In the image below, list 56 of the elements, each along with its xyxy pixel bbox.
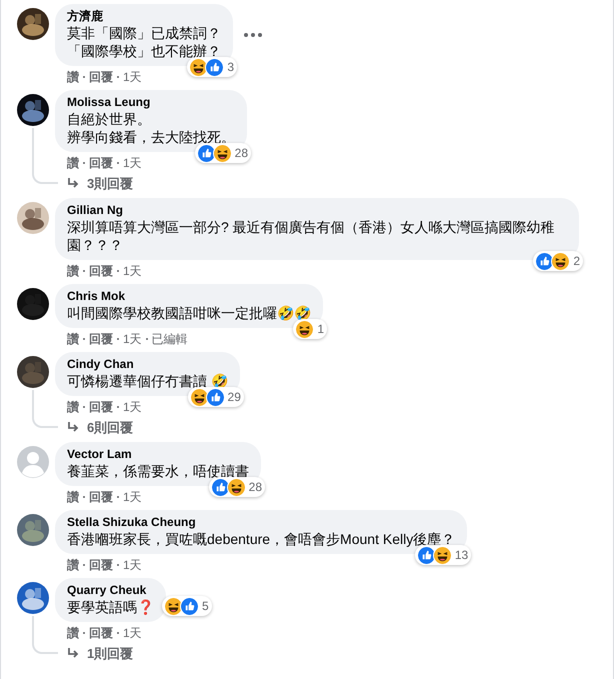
timestamp[interactable]: 1天 [123,399,142,415]
reaction-summary[interactable]: 3 [187,57,237,77]
reply-link[interactable]: 回覆 [89,489,113,505]
more-options-icon[interactable] [243,32,263,38]
comment-text: 要學英語嗎❓ [67,598,154,616]
reply-arrow-icon [67,422,81,434]
view-replies-link[interactable]: 6則回覆 [55,415,134,437]
timestamp[interactable]: 1天 [123,155,142,171]
reaction-summary[interactable]: 5 [162,596,212,616]
thread-line [32,390,58,428]
reaction-summary[interactable]: 2 [533,251,583,271]
reply-link[interactable]: 回覆 [89,399,113,415]
like-link[interactable]: 讚 [67,557,79,573]
author-name[interactable]: Stella Shizuka Cheung [67,515,456,530]
like-link[interactable]: 讚 [67,155,79,171]
like-link[interactable]: 讚 [67,489,79,505]
reaction-summary[interactable]: 28 [208,477,265,497]
timestamp[interactable]: 1天 [123,489,142,505]
reply-link[interactable]: 回覆 [89,155,113,171]
reaction-summary[interactable]: 13 [414,545,472,565]
reply-arrow-icon [67,648,81,660]
reply-link[interactable]: 回覆 [89,625,113,641]
like-link[interactable]: 讚 [67,399,79,415]
reply-link[interactable]: 回覆 [89,69,113,85]
reply-link[interactable]: 回覆 [89,263,113,279]
author-name[interactable]: Cindy Chan [67,357,228,372]
timestamp[interactable]: 1天 [123,625,142,641]
reaction-summary[interactable]: 29 [188,387,244,407]
timestamp[interactable]: 1天 [123,263,142,279]
comment-text: 自絕於世界。 [67,110,152,128]
thread-line [32,616,58,654]
comment-text: 叫間國際學校教國語咁咪一定批囉🤣🤣 [67,304,311,322]
view-replies-link[interactable]: 1則回覆 [55,641,134,663]
view-replies-link[interactable]: 3則回覆 [55,171,134,193]
author-name[interactable]: Molissa Leung [67,95,235,110]
comment-text: 「國際學校」也不能辦？ [67,42,221,60]
like-link[interactable]: 讚 [67,69,79,85]
reply-link[interactable]: 回覆 [89,331,113,347]
reply-link[interactable]: 回覆 [89,557,113,573]
author-name[interactable]: Vector Lam [67,447,249,462]
author-name[interactable]: Quarry Cheuk [67,583,154,598]
author-name[interactable]: Chris Mok [67,289,311,304]
timestamp[interactable]: 1天 [123,331,142,347]
edited-label: 已編輯 [152,331,188,347]
author-name[interactable]: 方濟鹿 [67,9,221,24]
like-link[interactable]: 讚 [67,625,79,641]
timestamp[interactable]: 1天 [123,69,142,85]
like-link[interactable]: 讚 [67,263,79,279]
reaction-summary[interactable]: 1 [293,319,327,339]
timestamp[interactable]: 1天 [123,557,142,573]
comment-text: 莫非「國際」已成禁詞？ [67,24,221,42]
comment-text: 深圳算唔算大灣區一部分? 最近有個廣告有個（香港）女人喺大灣區搞國際幼稚園？？？ [67,218,556,254]
reaction-summary[interactable]: 28 [194,143,251,163]
like-link[interactable]: 讚 [67,331,79,347]
author-name[interactable]: Gillian Ng [67,203,567,218]
reply-arrow-icon [67,178,81,190]
